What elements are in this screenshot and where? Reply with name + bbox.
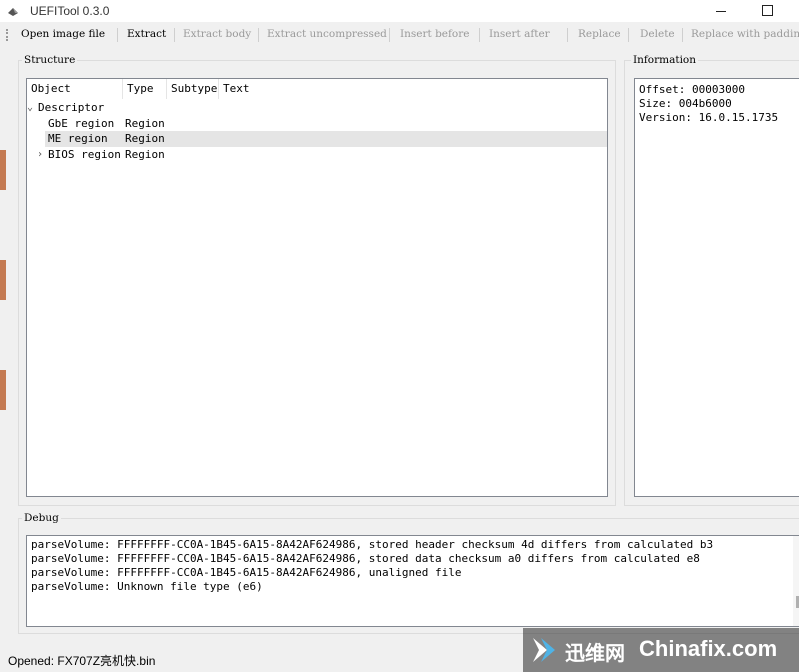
extract-button[interactable]: Extract: [127, 28, 166, 40]
window-title: UEFITool 0.3.0: [30, 4, 110, 18]
maximize-icon[interactable]: [758, 4, 778, 18]
toolbar-separator: [389, 28, 390, 42]
info-offset: Offset: 00003000: [639, 83, 745, 96]
debug-line: parseVolume: FFFFFFFF-CC0A-1B45-6A15-8A4…: [31, 566, 462, 579]
insert-before-button[interactable]: Insert before: [400, 28, 469, 40]
tree-row-descriptor[interactable]: ⌄ Descriptor: [27, 100, 607, 116]
watermark-en-text: Chinafix.com: [639, 636, 778, 661]
tree-cell-type: Region: [125, 117, 165, 130]
replace-with-padding-button[interactable]: Replace with padding: [691, 28, 799, 40]
tree-cell-type: Region: [125, 148, 165, 161]
insert-after-button[interactable]: Insert after: [489, 28, 550, 40]
debug-line: parseVolume: Unknown file type (e6): [31, 580, 263, 593]
structure-title: Structure: [22, 54, 78, 66]
info-version: Version: 16.0.15.1735: [639, 111, 779, 124]
information-title: Information: [631, 54, 699, 66]
toolbar-separator: [174, 28, 175, 42]
app-icon: [8, 8, 18, 16]
column-header-object[interactable]: Object: [27, 79, 123, 99]
chevron-right-icon[interactable]: ›: [37, 147, 47, 163]
extract-body-button[interactable]: Extract body: [183, 28, 251, 40]
toolbar-separator: [567, 28, 568, 42]
tree-row-bios-region[interactable]: › BIOS region Region: [27, 147, 607, 163]
tree-row-me-region[interactable]: ME region Region: [45, 131, 607, 147]
toolbar-separator: [258, 28, 259, 42]
toolbar-separator: [628, 28, 629, 42]
column-header-subtype[interactable]: Subtype: [167, 79, 219, 99]
tree-cell-object: ME region: [48, 132, 108, 145]
delete-button[interactable]: Delete: [640, 28, 675, 40]
watermark: 迅维网 Chinafix.com: [523, 628, 799, 672]
debug-title: Debug: [22, 512, 61, 524]
title-bar: UEFITool 0.3.0: [0, 0, 799, 22]
structure-tree[interactable]: Object Type Subtype Text ⌄ Descriptor Gb…: [26, 78, 608, 497]
tree-row-gbe-region[interactable]: GbE region Region: [27, 116, 607, 132]
debug-scrollbar[interactable]: [793, 536, 799, 626]
watermark-logo-icon: [533, 638, 555, 662]
tree-cell-type: Region: [125, 132, 165, 145]
tree-cell-object: Descriptor: [38, 101, 105, 114]
toolbar-separator: [117, 28, 118, 42]
replace-button[interactable]: Replace: [578, 28, 621, 40]
watermark-cn-text: 迅维网: [565, 643, 625, 665]
information-text[interactable]: Offset: 00003000 Size: 004b6000 Version:…: [634, 78, 799, 497]
toolbar-separator: [682, 28, 683, 42]
column-header-text[interactable]: Text: [219, 79, 607, 99]
debug-line: parseVolume: FFFFFFFF-CC0A-1B45-6A15-8A4…: [31, 538, 714, 551]
debug-line: parseVolume: FFFFFFFF-CC0A-1B45-6A15-8A4…: [31, 552, 700, 565]
toolbar-grip-icon[interactable]: [6, 29, 10, 41]
background-window-edge: [0, 150, 6, 410]
tree-cell-object: BIOS region: [48, 148, 121, 161]
debug-log[interactable]: parseVolume: FFFFFFFF-CC0A-1B45-6A15-8A4…: [26, 535, 799, 627]
toolbar: Open image file Extract Extract body Ext…: [0, 24, 799, 46]
tree-cell-object: GbE region: [48, 117, 115, 130]
minimize-icon[interactable]: [712, 4, 732, 18]
open-image-file-button[interactable]: Open image file: [21, 28, 105, 40]
status-bar-text: Opened: FX707Z亮机快.bin: [8, 654, 156, 668]
column-header-type[interactable]: Type: [123, 79, 167, 99]
chevron-down-icon[interactable]: ⌄: [27, 100, 37, 116]
toolbar-separator: [479, 28, 480, 42]
extract-uncompressed-button[interactable]: Extract uncompressed: [267, 28, 387, 40]
info-size: Size: 004b6000: [639, 97, 732, 110]
